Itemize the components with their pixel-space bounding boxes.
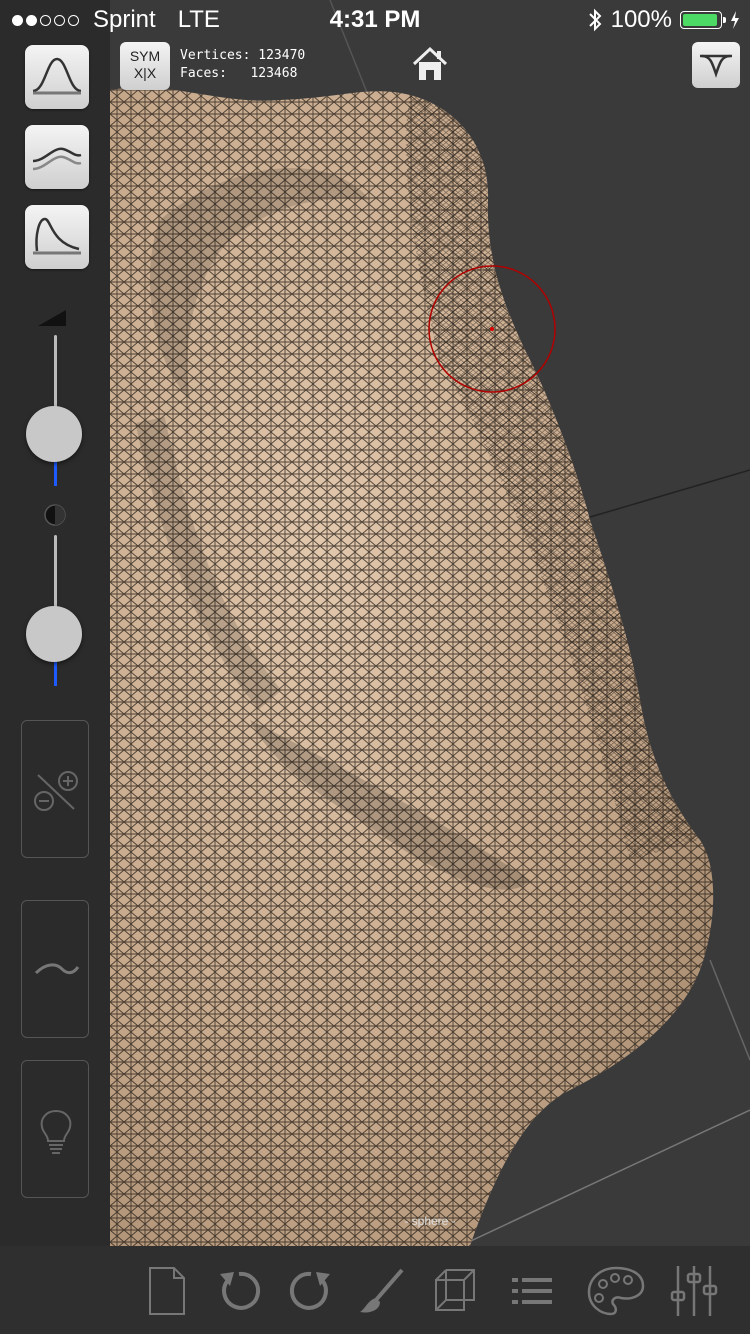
radius-slider-knob[interactable] — [26, 406, 82, 462]
lightbulb-button[interactable] — [21, 1060, 89, 1198]
undo-button[interactable] — [210, 1262, 268, 1320]
intensity-slider-fill — [54, 660, 57, 686]
falloff-curve-button[interactable] — [25, 205, 89, 269]
faces-count: Faces: 123468 — [180, 66, 298, 81]
lightbulb-icon — [40, 1109, 72, 1154]
home-button[interactable] — [410, 44, 450, 84]
intensity-slider-knob[interactable] — [26, 606, 82, 662]
wireframe-cube-icon — [435, 1269, 475, 1311]
mesh-info: Vertices: 123470 Faces: 123468 — [180, 47, 305, 83]
add-subtract-toggle-icon — [34, 771, 78, 811]
smooth-wave-icon — [34, 963, 80, 975]
redo-button[interactable] — [282, 1262, 340, 1320]
brush-menu-button[interactable] — [692, 42, 740, 88]
add-subtract-toggle-button[interactable] — [21, 720, 89, 858]
redo-icon — [289, 1271, 330, 1310]
list-icon — [512, 1278, 552, 1304]
brush-tip-icon — [700, 54, 732, 78]
left-tool-sidebar — [0, 0, 110, 1246]
brush-falloff-button[interactable] — [25, 45, 89, 109]
settings-sliders-button[interactable] — [666, 1262, 724, 1320]
palette-button[interactable] — [585, 1262, 645, 1320]
bluetooth-icon — [588, 8, 602, 32]
wireframe-button[interactable] — [426, 1262, 484, 1320]
symmetry-label: SYM — [129, 48, 161, 64]
charging-icon — [731, 11, 739, 29]
stroke-smooth-button[interactable] — [25, 125, 89, 189]
stroke-smooth-icon — [32, 147, 82, 171]
vertices-count: Vertices: 123470 — [180, 48, 306, 63]
symmetry-button[interactable]: SYM X|X — [120, 42, 170, 90]
brush-icon — [360, 1268, 404, 1313]
new-file-icon — [149, 1267, 185, 1315]
brush-falloff-icon — [32, 57, 82, 95]
radius-slider-fill — [54, 460, 57, 486]
object-name-label: - sphere - — [404, 1214, 456, 1228]
falloff-curve-icon — [33, 217, 81, 255]
list-button[interactable] — [504, 1262, 562, 1320]
undo-icon — [220, 1271, 261, 1310]
palette-icon — [587, 1266, 645, 1316]
status-bar: Sprint LTE 4:31 PM 100% — [0, 0, 750, 40]
symmetry-axis: X|X — [133, 65, 157, 81]
bottom-toolbar — [0, 1246, 750, 1334]
home-icon — [412, 46, 448, 80]
new-file-button[interactable] — [138, 1262, 196, 1320]
mesh-render — [110, 0, 750, 1246]
contrast-icon — [44, 504, 66, 526]
sculpt-viewport[interactable] — [110, 0, 750, 1246]
radius-triangle-icon — [38, 310, 66, 326]
brush-button[interactable] — [354, 1262, 412, 1320]
brush-cursor-center — [490, 327, 494, 331]
sliders-icon — [670, 1266, 718, 1316]
battery-icon — [680, 11, 726, 29]
battery-percent: 100% — [610, 6, 672, 33]
smooth-wave-button[interactable] — [21, 900, 89, 1038]
